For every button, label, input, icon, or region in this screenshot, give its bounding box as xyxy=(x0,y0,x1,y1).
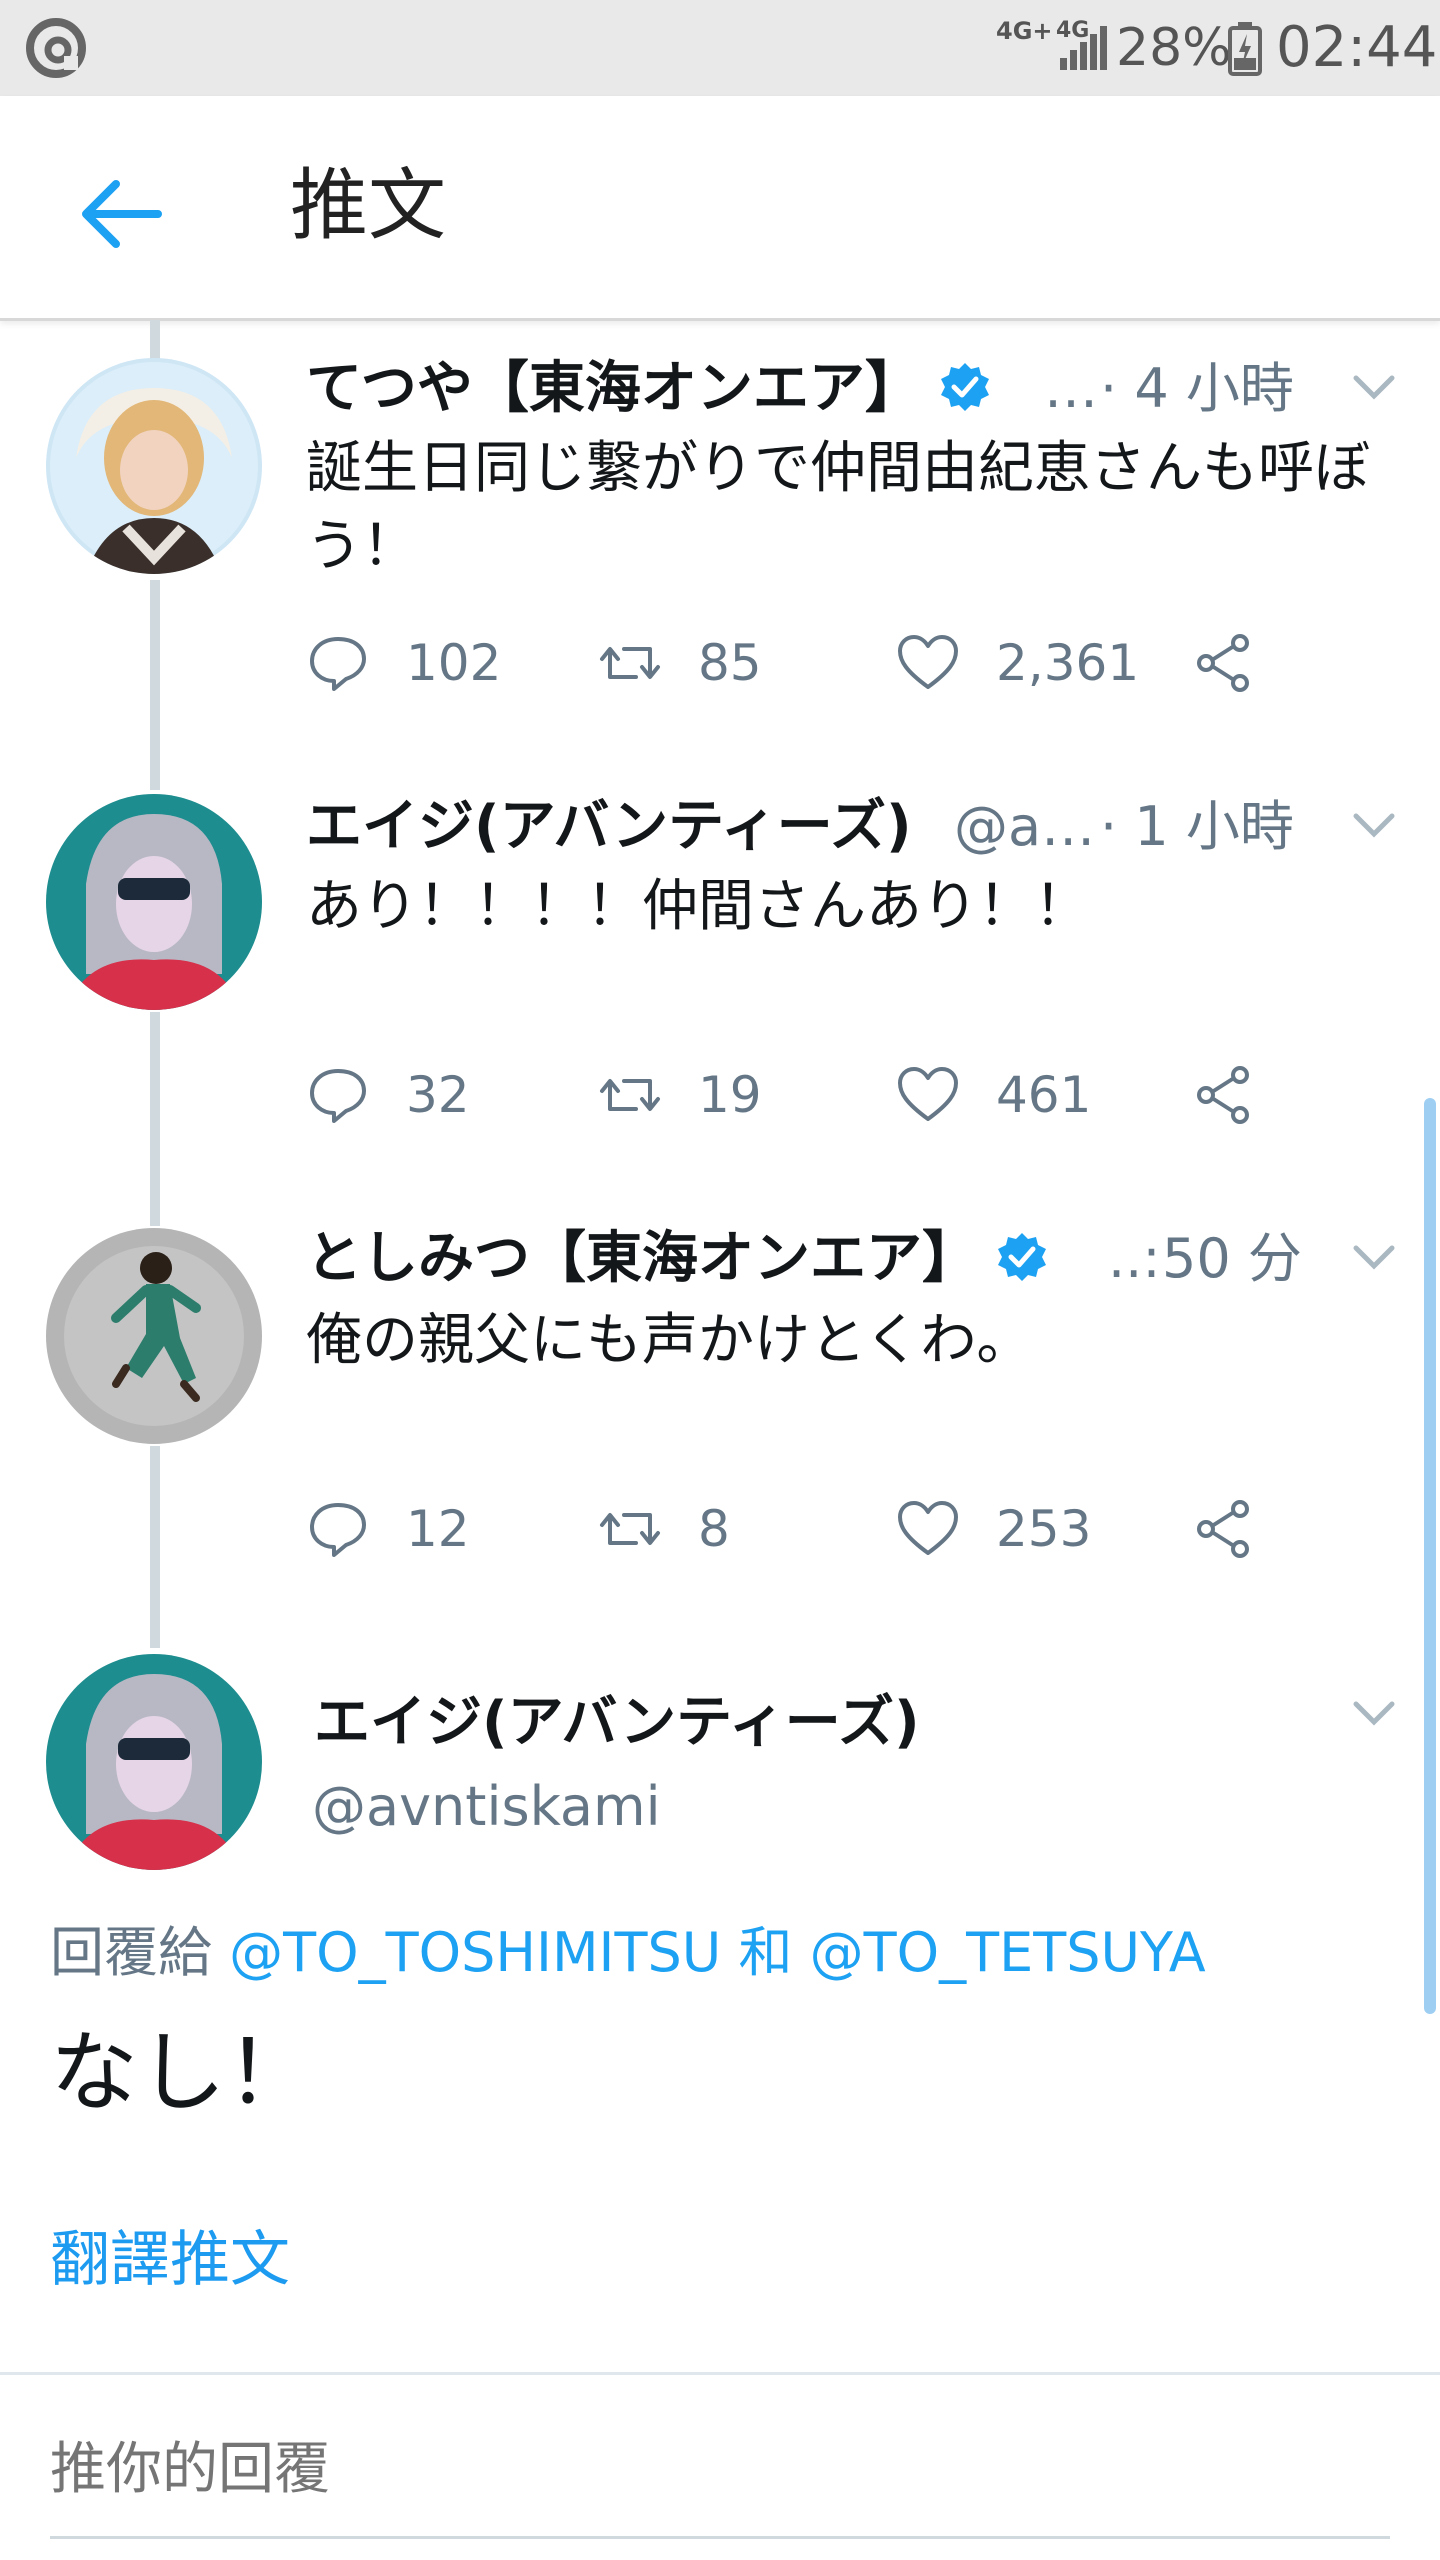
page-title: 推文 xyxy=(290,161,447,251)
avatar[interactable] xyxy=(46,1654,262,1870)
avatar[interactable] xyxy=(46,1228,262,1444)
tweet-time: · 1 小時 xyxy=(1100,795,1294,858)
verified-badge-icon xyxy=(940,363,989,411)
app-notification-icon xyxy=(26,18,86,78)
retweet-count: 8 xyxy=(698,1500,730,1558)
like-count: 2,361 xyxy=(996,634,1140,692)
scrollbar[interactable] xyxy=(1424,1098,1436,2014)
retweet-button[interactable]: 8 xyxy=(598,1494,730,1564)
reply-count: 12 xyxy=(406,1500,470,1558)
verified-badge-icon xyxy=(998,1233,1046,1281)
tweet-text: 俺の親父にも声かけとくわ。 xyxy=(306,1308,1033,1373)
chevron-down-icon[interactable] xyxy=(1352,1698,1396,1728)
chevron-down-icon[interactable] xyxy=(1352,1242,1396,1272)
reply-button[interactable]: 32 xyxy=(306,1060,470,1130)
network-badge: 4G+ xyxy=(996,17,1053,45)
share-button[interactable] xyxy=(1192,1060,1256,1130)
reply-input[interactable] xyxy=(50,2430,1390,2510)
tweet-handle: ..: xyxy=(1108,1227,1161,1290)
divider xyxy=(0,2372,1440,2375)
tweet-time: 50 分 xyxy=(1162,1227,1302,1290)
reply-prefix: 回覆給 xyxy=(50,1921,212,1984)
tweet-text: 誕生日同じ繋がりで仲間由紀恵さんも呼ぼう！ xyxy=(306,436,1370,579)
share-icon xyxy=(1197,1500,1249,1558)
heart-icon xyxy=(898,635,958,689)
retweet-icon xyxy=(600,647,660,679)
heart-icon xyxy=(898,1501,958,1555)
status-bar: 4G+ 4G 28% 02:44 xyxy=(0,0,1440,96)
reply-joiner: 和 xyxy=(738,1921,793,1984)
heart-icon xyxy=(898,1067,958,1121)
author-name-text: てつや【東海オンエア】 xyxy=(306,356,921,421)
tweet-time: · 4 小時 xyxy=(1100,357,1294,420)
share-icon xyxy=(1197,1066,1249,1124)
retweet-count: 85 xyxy=(698,634,762,692)
arrow-left-icon[interactable] xyxy=(72,166,168,262)
tweet-handle: @a… xyxy=(954,795,1096,858)
share-icon xyxy=(1197,634,1249,692)
retweet-icon xyxy=(600,1513,660,1545)
like-count: 461 xyxy=(996,1066,1092,1124)
battery-charging-icon xyxy=(1228,22,1262,76)
tweet-author-name[interactable]: エイジ(アバンティーズ) xyxy=(306,792,912,862)
translate-tweet-link[interactable]: 翻譯推文 xyxy=(50,2220,290,2300)
reply-count: 32 xyxy=(406,1066,470,1124)
like-count: 253 xyxy=(996,1500,1092,1558)
battery-percent: 28% xyxy=(1116,18,1232,78)
reply-button[interactable]: 102 xyxy=(306,628,501,698)
like-button[interactable]: 253 xyxy=(896,1494,1091,1564)
reply-button[interactable]: 12 xyxy=(306,1494,470,1564)
focused-tweet-text: なし！ xyxy=(50,2021,315,2124)
thread-connector xyxy=(150,1446,160,1648)
mention-link[interactable]: @TO_TETSUYA xyxy=(810,1921,1206,1984)
retweet-count: 19 xyxy=(698,1066,762,1124)
replying-to: 回覆給 @TO_TOSHIMITSU 和 @TO_TETSUYA xyxy=(50,1918,1206,1988)
tweet-text: あり！！！！仲間さんあり！！ xyxy=(306,874,1090,939)
tweet-author-name[interactable]: としみつ【東海オンエア】 xyxy=(306,1224,1048,1294)
like-button[interactable]: 2,361 xyxy=(896,628,1139,698)
reply-count: 102 xyxy=(406,634,502,692)
tweet-author-name[interactable]: てつや【東海オンエア】 xyxy=(306,354,991,424)
author-name-text: としみつ【東海オンエア】 xyxy=(306,1226,978,1291)
signal-icon xyxy=(1060,26,1107,70)
thread-connector xyxy=(150,1012,160,1226)
focused-author-name[interactable]: エイジ(アバンティーズ) xyxy=(314,1688,920,1758)
clock: 02:44 xyxy=(1276,15,1438,80)
mention-link[interactable]: @TO_TOSHIMITSU xyxy=(229,1921,721,1984)
reply-input-underline xyxy=(50,2536,1390,2539)
share-button[interactable] xyxy=(1192,628,1256,698)
chevron-down-icon[interactable] xyxy=(1352,810,1396,840)
reply-icon xyxy=(310,1069,366,1123)
retweet-button[interactable]: 19 xyxy=(598,1060,762,1130)
top-app-bar: 推文 xyxy=(0,96,1440,321)
reply-icon xyxy=(310,637,366,691)
thread-connector xyxy=(150,580,160,790)
like-button[interactable]: 461 xyxy=(896,1060,1091,1130)
focused-author-handle[interactable]: @avntiskami xyxy=(312,1772,661,1842)
chevron-down-icon[interactable] xyxy=(1352,372,1396,402)
retweet-button[interactable]: 85 xyxy=(598,628,762,698)
avatar[interactable] xyxy=(46,794,262,1010)
reply-icon xyxy=(310,1503,366,1557)
avatar[interactable] xyxy=(46,358,262,574)
author-name-text: エイジ(アバンティーズ) xyxy=(306,794,912,859)
share-button[interactable] xyxy=(1192,1494,1256,1564)
tweet-handle: … xyxy=(1044,357,1098,420)
retweet-icon xyxy=(600,1079,660,1111)
